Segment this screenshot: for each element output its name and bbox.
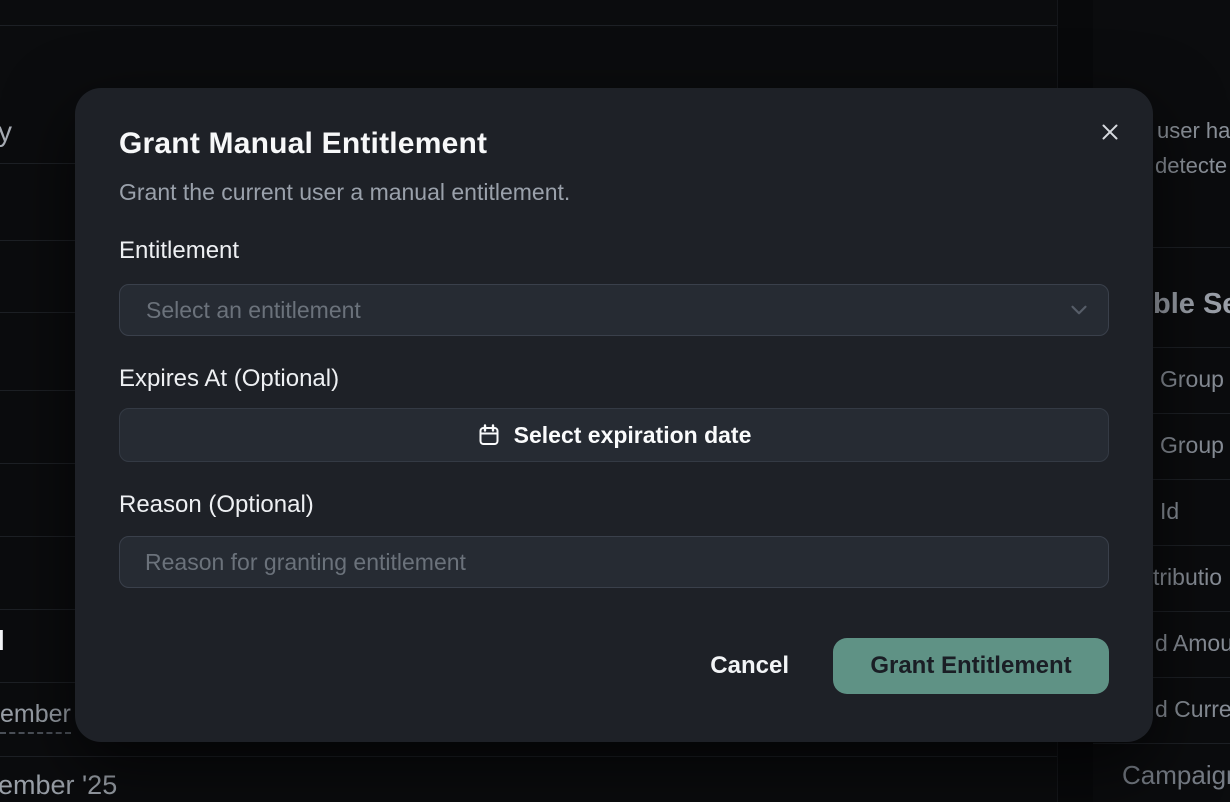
side-panel-field-label: d Curre [1155,696,1230,723]
dialog-description: Grant the current user a manual entitlem… [119,176,1109,208]
side-panel-field-label: Campaign [1122,760,1230,791]
chevron-down-icon [1066,297,1092,323]
screen: y l ember ember '25 user has detecte ble… [0,0,1230,802]
select-expiration-date-button[interactable]: Select expiration date [119,408,1109,462]
entitlement-select-placeholder: Select an entitlement [146,297,1066,324]
table-text-fragment: l [0,625,5,657]
close-icon [1097,119,1123,145]
table-date-fragment: ember '25 [0,770,117,801]
table-row-divider [0,756,1057,757]
table-date-fragment: ember [0,700,71,734]
side-panel-field-label: tributio [1153,564,1222,591]
grant-entitlement-button[interactable]: Grant Entitlement [833,638,1109,694]
reason-label: Reason (Optional) [119,490,1109,520]
side-panel-text: user has [1157,118,1230,144]
grant-entitlement-dialog: Grant Manual Entitlement Grant the curre… [75,88,1153,742]
close-button[interactable] [1095,117,1125,147]
entitlement-select[interactable]: Select an entitlement [119,284,1109,336]
reason-input[interactable] [119,536,1109,588]
cancel-button[interactable]: Cancel [710,652,789,680]
table-row-divider [0,25,1057,26]
select-expiration-date-label: Select expiration date [514,422,752,449]
side-panel-field-label: Group [1160,366,1224,393]
side-panel-divider [1093,743,1230,744]
side-panel-heading: ble Se [1153,288,1230,321]
side-panel-field-label: Id [1160,498,1179,525]
entitlement-label: Entitlement [119,236,1109,266]
dialog-footer: Cancel Grant Entitlement [119,638,1109,694]
side-panel-field-label: Group [1160,432,1224,459]
table-text-fragment: y [0,116,12,148]
calendar-icon [477,423,501,447]
side-panel-field-label: d Amou [1155,630,1230,657]
dialog-title: Grant Manual Entitlement [119,124,1109,164]
side-panel-text: detecte [1155,153,1227,179]
expires-at-label: Expires At (Optional) [119,364,1109,394]
